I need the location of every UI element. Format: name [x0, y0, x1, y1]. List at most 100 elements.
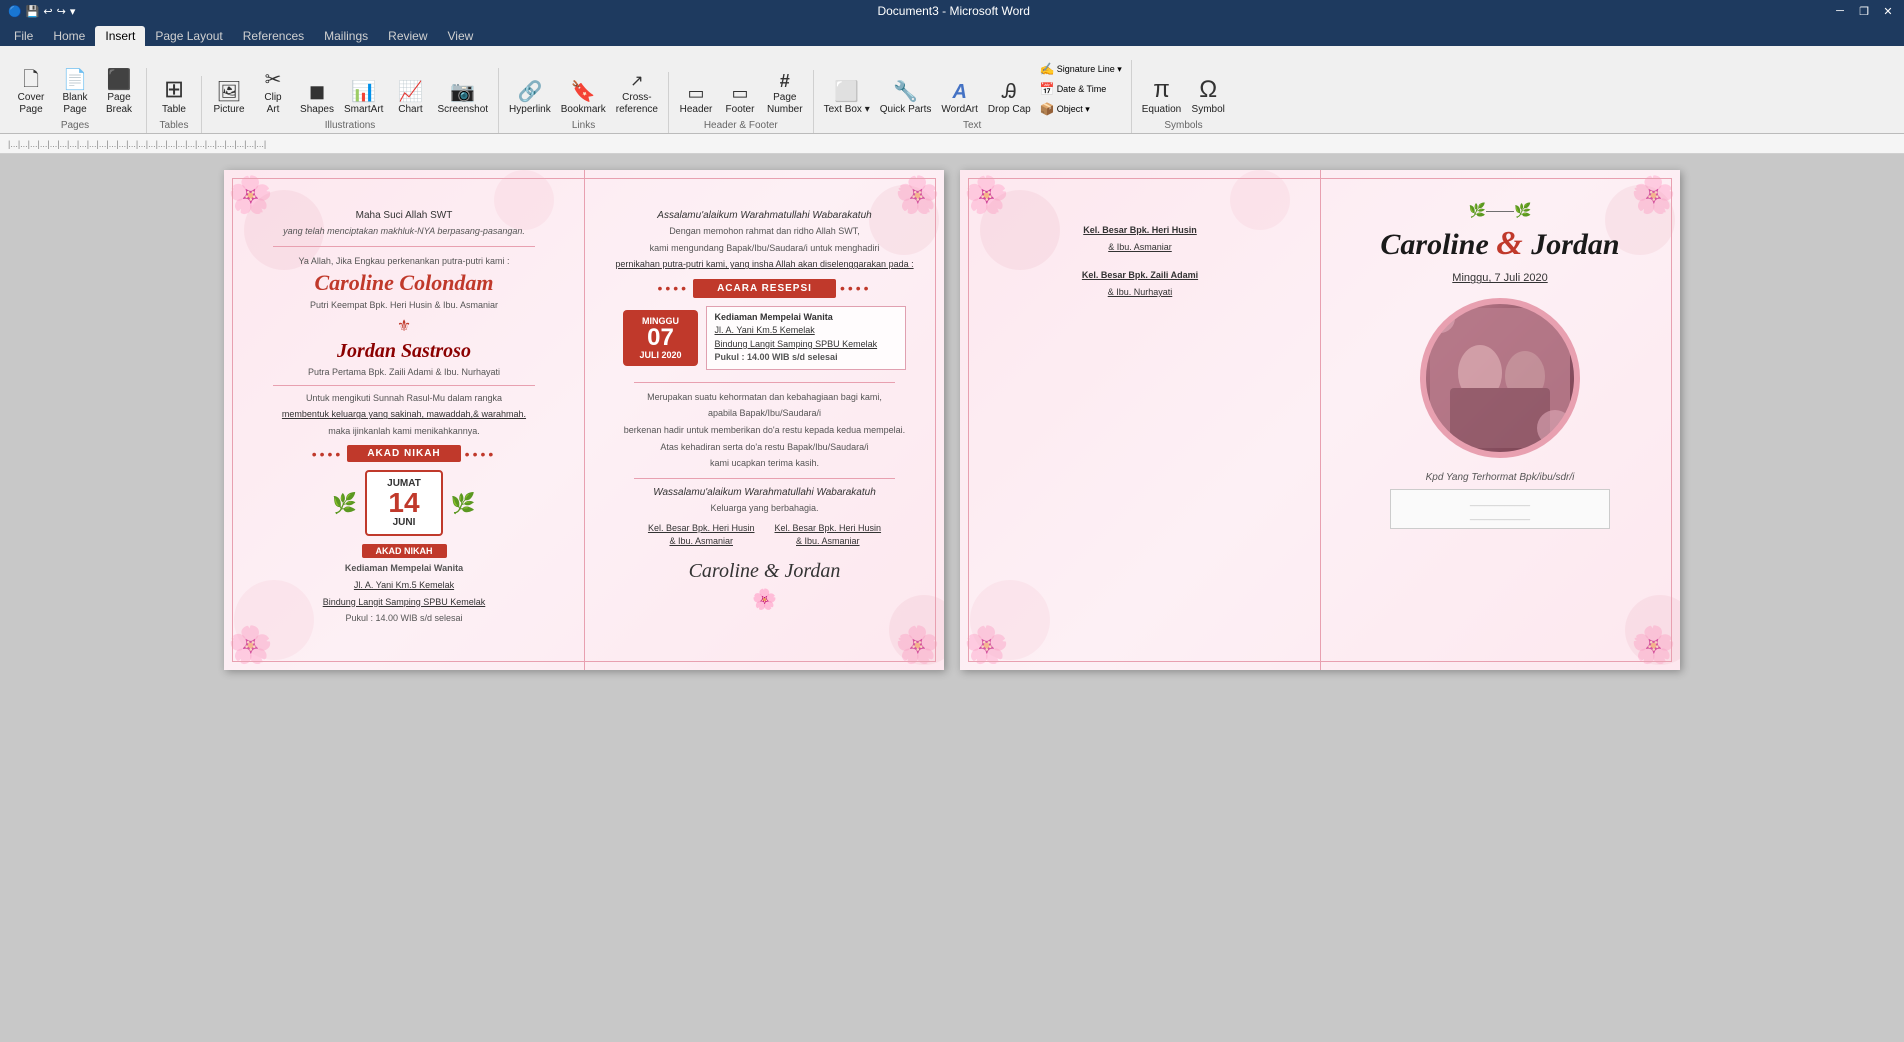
- quick-access-toolbar: 🔵 💾 ↩ ↪ ▾: [8, 5, 75, 18]
- tab-insert[interactable]: Insert: [95, 26, 145, 46]
- hyperlink-button[interactable]: 🔗 Hyperlink: [505, 80, 555, 118]
- footer-label: Footer: [726, 104, 755, 116]
- tables-group-label: Tables: [153, 120, 195, 131]
- footer-button[interactable]: ▭ Footer: [719, 82, 761, 118]
- invite-text: maka ijinkanlah kami menikahkannya.: [328, 425, 480, 438]
- tab-mailings[interactable]: Mailings: [314, 26, 378, 46]
- pages-group-label: Pages: [10, 120, 140, 131]
- family-right: Kel. Besar Bpk. Heri Husin & Ibu. Asmani…: [775, 522, 882, 547]
- venue-box: Kediaman Mempelai Wanita Jl. A. Yani Km.…: [706, 306, 906, 370]
- undo-icon[interactable]: ↩: [43, 5, 52, 18]
- page-1: 🌸 🌸 🌸 🌸 Maha Suci Allah SWT yang telah m…: [224, 170, 944, 670]
- cover-page-button[interactable]: 🗋 CoverPage: [10, 68, 52, 118]
- ribbon-group-pages: 🗋 CoverPage 📄 BlankPage ⬛ PageBreak Page…: [4, 68, 147, 133]
- bookmark-button[interactable]: 🔖 Bookmark: [557, 80, 610, 118]
- address1: Jl. A. Yani Km.5 Kemelak: [354, 579, 454, 592]
- wordart-label: WordArt: [941, 104, 978, 116]
- cross-reference-button[interactable]: ↗ Cross-reference: [612, 72, 662, 118]
- close-button[interactable]: ✕: [1880, 5, 1896, 18]
- text-box-icon: ⬜: [834, 82, 859, 102]
- smartart-button[interactable]: 📊 SmartArt: [340, 80, 387, 118]
- family-left: Kel. Besar Bpk. Heri Husin & Ibu. Asmani…: [648, 522, 755, 547]
- sunnah-text: Untuk mengikuti Sunnah Rasul-Mu dalam ra…: [306, 392, 502, 405]
- page1-content: Maha Suci Allah SWT yang telah menciptak…: [224, 170, 944, 670]
- address2: Bindung Langit Samping SPBU Kemelak: [323, 596, 486, 609]
- blank-page-button[interactable]: 📄 BlankPage: [54, 68, 96, 118]
- symbol-button[interactable]: Ω Symbol: [1187, 76, 1229, 118]
- object-label: Object ▾: [1057, 104, 1090, 115]
- leaf-right: 🌿: [451, 491, 476, 516]
- tab-review[interactable]: Review: [378, 26, 437, 46]
- tab-view[interactable]: View: [438, 26, 484, 46]
- leaf-left: 🌿: [332, 491, 357, 516]
- honor-text1: Merupakan suatu kehormatan dan kebahagia…: [647, 391, 882, 404]
- header-button[interactable]: ▭ Header: [675, 82, 717, 118]
- object-button[interactable]: 📦 Object ▾: [1037, 100, 1125, 118]
- tab-page-layout[interactable]: Page Layout: [145, 26, 232, 46]
- tab-references[interactable]: References: [233, 26, 314, 46]
- equation-button[interactable]: π Equation: [1138, 76, 1185, 118]
- chart-label: Chart: [398, 104, 422, 116]
- tab-file[interactable]: File: [4, 26, 43, 46]
- family-left1: Kel. Besar Bpk. Heri Husin: [648, 522, 755, 535]
- restore-button[interactable]: ❐: [1856, 5, 1872, 18]
- window-title: Document3 - Microsoft Word: [75, 4, 1832, 18]
- date-time-button[interactable]: 📅 Date & Time: [1037, 80, 1125, 98]
- tab-home[interactable]: Home: [43, 26, 95, 46]
- minimize-button[interactable]: ─: [1832, 5, 1848, 17]
- hyperlink-label: Hyperlink: [509, 104, 551, 116]
- divider2: [273, 385, 535, 386]
- document-area: 🌸 🌸 🌸 🌸 Maha Suci Allah SWT yang telah m…: [0, 154, 1904, 1042]
- word-icon: 🔵: [8, 5, 22, 18]
- chart-button[interactable]: 📈 Chart: [389, 80, 431, 118]
- smartart-label: SmartArt: [344, 104, 383, 116]
- shapes-button[interactable]: ◼ Shapes: [296, 80, 338, 118]
- ruler: |...|...|...|...|...|...|...|...|...|...…: [0, 134, 1904, 154]
- symbols-group-items: π Equation Ω Symbol: [1138, 76, 1229, 118]
- cover-page-label: CoverPage: [18, 92, 45, 116]
- bookmark-icon: 🔖: [571, 82, 596, 102]
- address-placeholder2: ____________: [1403, 510, 1597, 520]
- bride-parent: Putri Keempat Bpk. Heri Husin & Ibu. Asm…: [310, 299, 498, 312]
- honor-text2: apabila Bapak/Ibu/Saudara/i: [708, 407, 821, 420]
- groom-name: Jordan Sastroso: [337, 340, 471, 362]
- symbol-icon: Ω: [1199, 78, 1217, 102]
- bride-name: Caroline Colondam: [314, 271, 493, 295]
- redo-icon[interactable]: ↪: [57, 5, 66, 18]
- title-groom: Jordan: [1531, 228, 1619, 261]
- headerfooter-group-label: Header & Footer: [675, 120, 807, 131]
- pages-group-items: 🗋 CoverPage 📄 BlankPage ⬛ PageBreak: [10, 68, 140, 118]
- save-icon[interactable]: 💾: [26, 5, 40, 18]
- akad-banner: AKAD NIKAH: [347, 445, 460, 462]
- drop-cap-button[interactable]: Ꭿ Drop Cap: [984, 80, 1035, 118]
- table-button[interactable]: ⊞ Table: [153, 76, 195, 118]
- picture-button[interactable]: 🖼 Picture: [208, 80, 250, 118]
- resepsi-dots-left: ••••: [657, 280, 689, 296]
- equation-icon: π: [1153, 78, 1170, 102]
- address-box: ____________ ____________: [1390, 489, 1610, 529]
- subtitle-text: yang telah menciptakan makhluk-NYA berpa…: [283, 225, 525, 238]
- equation-label: Equation: [1142, 104, 1181, 116]
- shapes-label: Shapes: [300, 104, 334, 116]
- quick-parts-button[interactable]: 🔧 Quick Parts: [876, 80, 936, 118]
- signature-line-button[interactable]: ✍ Signature Line ▾: [1037, 60, 1125, 78]
- page-2: 🌸 🌸 🌸 🌸 Kel. Besar Bpk. Heri Husin & Ibu…: [960, 170, 1680, 670]
- text-box-button[interactable]: ⬜ Text Box ▾: [820, 80, 874, 118]
- family-signatures: Kel. Besar Bpk. Heri Husin & Ibu. Asmani…: [648, 522, 881, 547]
- wordart-button[interactable]: A WordArt: [937, 80, 982, 118]
- page-number-button[interactable]: # PageNumber: [763, 70, 807, 118]
- links-group-items: 🔗 Hyperlink 🔖 Bookmark ↗ Cross-reference: [505, 72, 662, 118]
- floral-bottom: 🌸: [752, 587, 777, 612]
- page-break-button[interactable]: ⬛ PageBreak: [98, 68, 140, 118]
- family-right2: & Ibu. Asmaniar: [775, 535, 882, 548]
- groom-parent: Putra Pertama Bpk. Zaili Adami & Ibu. Nu…: [308, 366, 500, 379]
- ampersand-divider: ⚜: [397, 316, 411, 336]
- hyperlink-icon: 🔗: [517, 82, 542, 102]
- branch-decoration: 🌿——🌿: [1469, 202, 1532, 219]
- page2-divider: [1320, 170, 1321, 670]
- opening-text: Maha Suci Allah SWT: [356, 210, 453, 221]
- photo-placeholder: [1426, 304, 1574, 452]
- screenshot-button[interactable]: 📷 Screenshot: [433, 80, 492, 118]
- page1-divider: [584, 170, 585, 670]
- clip-art-button[interactable]: ✂ ClipArt: [252, 68, 294, 118]
